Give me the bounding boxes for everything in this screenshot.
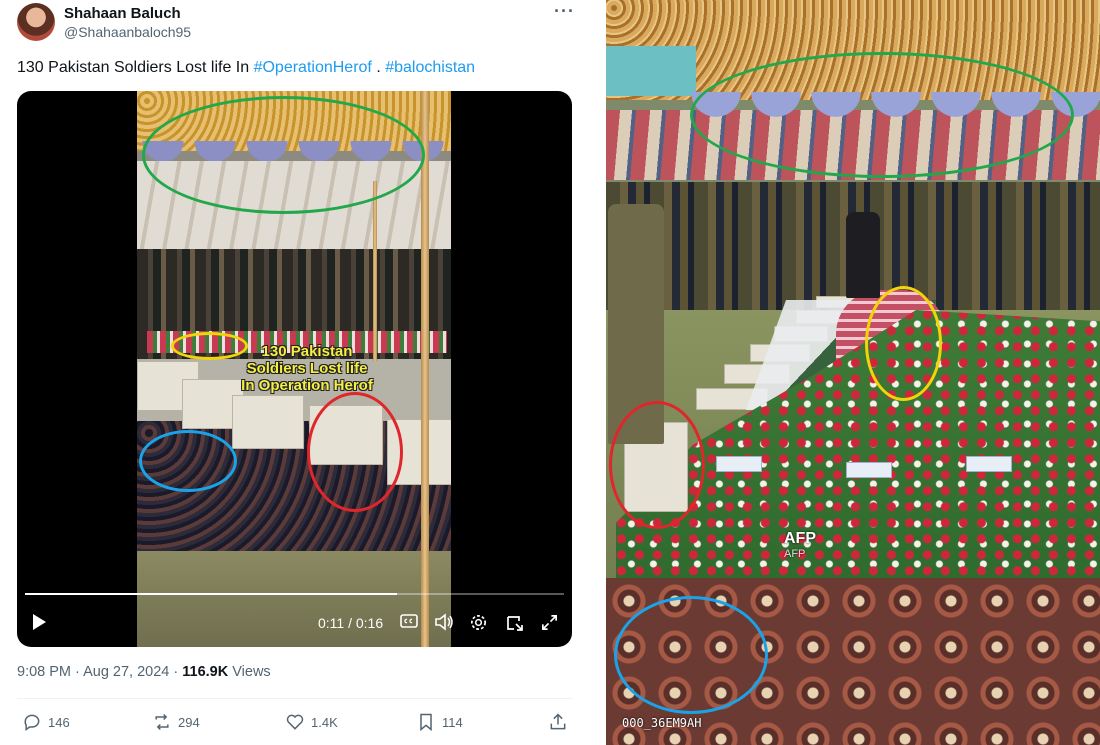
tent-pole (421, 91, 429, 647)
annotation-green-ring (142, 96, 425, 214)
wreath-card (846, 462, 892, 478)
fullscreen-icon[interactable] (540, 613, 559, 638)
more-options-icon[interactable]: ··· (554, 1, 575, 22)
afp-watermark-sub: AFP (784, 548, 806, 560)
settings-icon[interactable] (469, 613, 488, 638)
tweet-text-separator: . (371, 59, 386, 76)
views-label: Views (228, 664, 271, 680)
annotation-yellow-ring (171, 332, 248, 360)
tent-pole (373, 181, 377, 361)
repost-count: 294 (178, 714, 200, 730)
like-button[interactable]: 1.4K (285, 711, 338, 733)
pip-icon[interactable] (505, 613, 525, 639)
annotation-blue-ring (139, 430, 237, 492)
divider (17, 698, 572, 699)
annotation-yellow-ring (865, 286, 942, 401)
video-caption-overlay: 130 Pakistan Soldiers Lost life In Opera… (241, 343, 373, 394)
sky (606, 46, 696, 96)
repost-button[interactable]: 294 (152, 711, 200, 733)
tweet-text-body: 130 Pakistan Soldiers Lost life In (17, 59, 254, 76)
views-count: 116.9K (182, 664, 229, 680)
heart-icon (286, 714, 304, 730)
tweet-timestamp[interactable]: 9:08 PM · Aug 27, 2024 · (17, 664, 182, 680)
wreath-card (966, 456, 1012, 472)
hashtag-operationherof[interactable]: #OperationHerof (254, 59, 372, 76)
wreath-card (716, 456, 762, 472)
soldier (846, 212, 880, 298)
annotation-red-ring (307, 392, 403, 512)
play-icon[interactable] (31, 613, 47, 637)
video-progress-fill (25, 593, 397, 595)
video-time: 0:11 / 0:16 (318, 615, 384, 631)
bookmark-count: 114 (442, 714, 463, 730)
like-count: 1.4K (311, 714, 338, 730)
bookmark-button[interactable]: 114 (416, 711, 463, 733)
share-icon (550, 713, 566, 730)
reply-count: 146 (48, 714, 70, 730)
annotation-blue-ring (614, 596, 768, 714)
author-handle[interactable]: @Shahaanbaloch95 (64, 24, 191, 40)
volume-icon[interactable] (434, 613, 454, 637)
avatar[interactable] (17, 3, 55, 41)
reply-button[interactable]: 146 (22, 711, 70, 733)
share-button[interactable] (548, 711, 568, 733)
annotation-red-ring (609, 401, 705, 529)
tweet-meta: 9:08 PM · Aug 27, 2024 · 116.9K Views (17, 664, 271, 680)
tweet-card: Shahaan Baluch @Shahaanbaloch95 ··· 130 … (0, 0, 590, 745)
afp-watermark-text: AFP (784, 530, 816, 547)
tweet-text: 130 Pakistan Soldiers Lost life In #Oper… (17, 59, 475, 77)
repost-icon (155, 713, 169, 731)
captions-icon[interactable] (400, 613, 418, 635)
hashtag-balochistan[interactable]: #balochistan (385, 59, 475, 76)
afp-watermark: AFP AFP (784, 530, 816, 560)
author-name[interactable]: Shahaan Baluch (64, 5, 181, 22)
photo-id: 000_36EM9AH (622, 716, 702, 730)
afp-photo: AFP AFP 000_36EM9AH (606, 0, 1100, 745)
coffin (232, 395, 304, 449)
reply-icon (24, 714, 40, 731)
bookmark-icon (420, 713, 432, 732)
video-progress-bar[interactable] (25, 593, 564, 595)
video-player[interactable]: 130 Pakistan Soldiers Lost life In Opera… (17, 91, 572, 647)
annotation-green-ring (690, 52, 1074, 178)
